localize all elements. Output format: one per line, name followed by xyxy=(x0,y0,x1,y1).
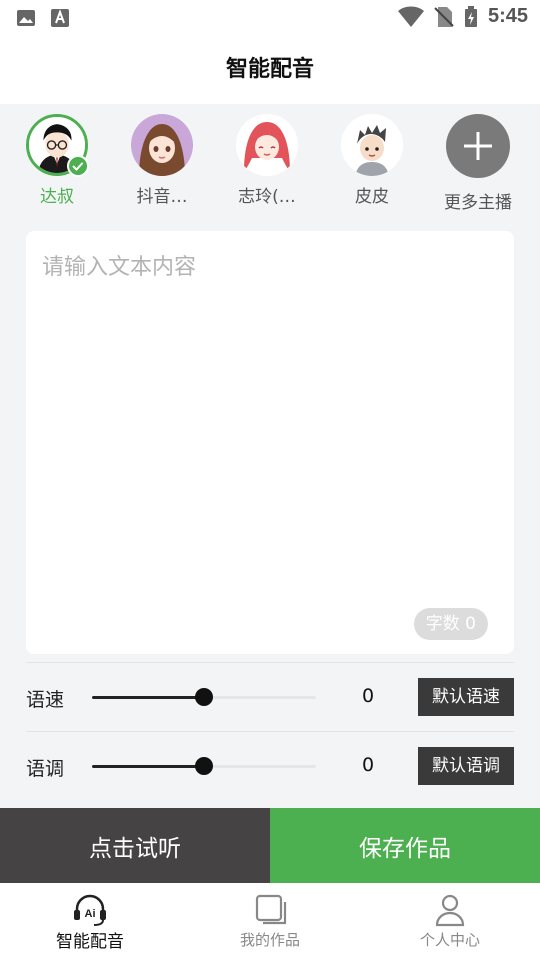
font-notification-icon xyxy=(51,9,69,27)
avatar-douyin-image xyxy=(131,114,193,176)
avatar xyxy=(341,114,403,176)
avatar xyxy=(26,114,89,177)
battery-charging-icon xyxy=(464,5,477,27)
action-bar: 点击试听 保存作品 xyxy=(0,808,540,883)
voice-item-pipi[interactable]: 皮皮 xyxy=(327,114,417,207)
default-speed-button[interactable]: 默认语速 xyxy=(418,678,514,716)
default-pitch-button[interactable]: 默认语调 xyxy=(418,747,514,785)
app-header: 智能配音 xyxy=(0,36,540,104)
preview-button[interactable]: 点击试听 xyxy=(0,808,270,883)
avatar-zhiling-image xyxy=(236,114,298,176)
status-right-icons: 5:45 xyxy=(397,5,528,28)
text-content-input[interactable] xyxy=(26,231,514,591)
avatar xyxy=(236,114,298,176)
speed-slider[interactable] xyxy=(92,688,316,706)
char-count-badge: 字数 0 xyxy=(413,608,488,640)
divider xyxy=(26,662,514,663)
voice-name: 皮皮 xyxy=(355,187,389,207)
save-work-button[interactable]: 保存作品 xyxy=(270,808,540,883)
voice-name: 抖音… xyxy=(136,187,188,207)
image-notification-icon xyxy=(17,10,35,26)
voice-selector: 达叔 抖音… 志玲(… 皮皮 更多主播 xyxy=(0,104,540,224)
status-time: 5:45 xyxy=(487,5,528,27)
nav-item-my-works[interactable]: 我的作品 xyxy=(180,883,360,960)
divider xyxy=(26,731,514,732)
plus-icon xyxy=(464,132,492,160)
user-icon xyxy=(435,894,465,927)
nav-label: 个人中心 xyxy=(419,931,480,949)
voice-item-douyin[interactable]: 抖音… xyxy=(117,114,207,207)
bottom-nav: Ai 智能配音 我的作品 个人中心 xyxy=(0,883,540,960)
more-voices-label: 更多主播 xyxy=(444,193,512,213)
speed-row: 语速 0 默认语速 xyxy=(26,677,514,717)
selected-check-icon xyxy=(67,155,89,177)
speed-slider-fill xyxy=(92,696,204,699)
pitch-value: 0 xyxy=(362,754,375,776)
wifi-icon xyxy=(397,6,424,27)
page-title: 智能配音 xyxy=(225,57,314,82)
voice-item-dashu[interactable]: 达叔 xyxy=(12,114,102,207)
works-icon xyxy=(255,894,287,925)
pitch-slider-fill xyxy=(92,765,204,768)
no-sim-icon xyxy=(434,6,454,27)
speed-slider-thumb[interactable] xyxy=(195,688,213,706)
status-left-icons xyxy=(16,8,70,28)
nav-item-smart-dubbing[interactable]: Ai 智能配音 xyxy=(0,883,180,960)
nav-label: 我的作品 xyxy=(239,931,300,949)
avatar xyxy=(131,114,193,176)
voice-item-zhiling[interactable]: 志玲(… xyxy=(222,114,312,207)
svg-text:Ai: Ai xyxy=(85,908,96,920)
nav-label: 智能配音 xyxy=(56,932,124,952)
pitch-label: 语调 xyxy=(26,758,65,780)
pitch-row: 语调 0 默认语调 xyxy=(26,746,514,786)
voice-name: 志玲(… xyxy=(238,187,296,207)
add-voice-circle xyxy=(446,114,510,178)
more-voices-button[interactable]: 更多主播 xyxy=(433,114,523,213)
nav-item-profile[interactable]: 个人中心 xyxy=(360,883,540,960)
pitch-slider[interactable] xyxy=(92,757,316,775)
speed-label: 语速 xyxy=(26,689,65,711)
status-bar: 5:45 xyxy=(0,0,540,36)
speed-value: 0 xyxy=(362,685,375,707)
avatar-pipi-image xyxy=(341,114,403,176)
text-input-card: 字数 0 xyxy=(26,231,514,654)
voice-name: 达叔 xyxy=(40,187,74,207)
headset-ai-icon: Ai xyxy=(74,894,106,926)
pitch-slider-thumb[interactable] xyxy=(195,757,213,775)
